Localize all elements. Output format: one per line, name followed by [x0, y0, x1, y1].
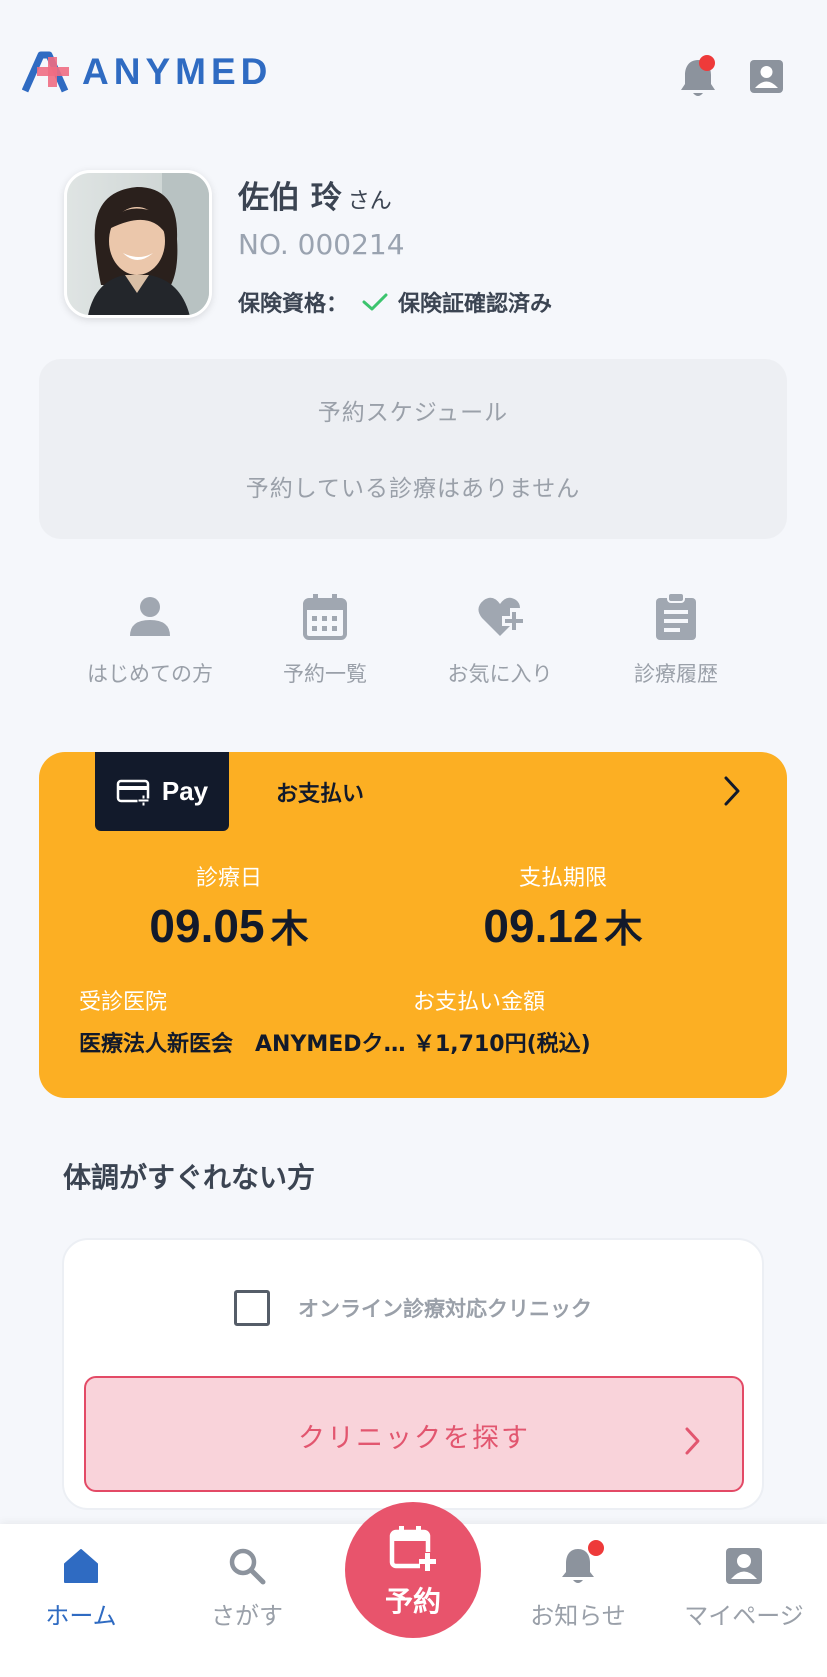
visit-date-label: 診療日: [195, 866, 262, 891]
online-clinic-filter[interactable]: オンライン診療対応クリニック: [64, 1290, 762, 1326]
due-date-label: 支払期限: [518, 866, 607, 891]
schedule-empty-message: 予約している診療はありません: [245, 476, 581, 502]
nav-notifications[interactable]: お知らせ: [503, 1540, 653, 1631]
person-icon: [130, 597, 170, 636]
quick-menu-reservations[interactable]: 予約一覧: [245, 592, 405, 688]
check-icon: [362, 293, 388, 311]
clinic-search-card: オンライン診療対応クリニック クリニックを探す: [62, 1238, 764, 1510]
schedule-title: 予約スケジュール: [317, 400, 509, 426]
nav-home-label: ホーム: [45, 1602, 117, 1630]
clinic-label: 受診医院: [79, 990, 168, 1015]
search-icon: [229, 1548, 266, 1585]
nav-notifications-label: お知らせ: [530, 1602, 626, 1630]
name-honorific: さん: [347, 189, 392, 214]
insurance-status: 保険証確認済み: [398, 292, 553, 317]
home-icon: [64, 1549, 98, 1583]
section-title-unwell: 体調がすぐれない方: [63, 1161, 316, 1194]
amount-label: お支払い金額: [413, 990, 546, 1015]
due-day-of-week: 木: [604, 907, 643, 951]
insurance-label: 保険資格：: [238, 292, 349, 317]
nav-search-label: さがす: [211, 1602, 283, 1630]
reserve-fab-label: 予約: [384, 1585, 441, 1618]
clinic-name: 医療法人新医会 ANYMEDクリニック: [79, 1032, 409, 1057]
nav-home[interactable]: ホーム: [6, 1546, 156, 1631]
payment-title: お支払い: [276, 782, 365, 807]
account-icon: [726, 1548, 762, 1584]
notification-badge: [699, 55, 715, 71]
calendar-add-icon: [389, 1526, 436, 1572]
visit-date-value: 09.05: [149, 900, 265, 952]
nav-mypage-label: マイページ: [684, 1602, 804, 1630]
online-clinic-label: オンライン診療対応クリニック: [298, 1297, 592, 1321]
find-clinic-button[interactable]: クリニックを探す: [84, 1376, 744, 1492]
card-add-icon: [116, 779, 150, 806]
logo-mark-icon: [22, 51, 69, 93]
quick-menu-label: 診療履歴: [634, 662, 718, 686]
due-date: 09.12 木: [433, 898, 693, 953]
user-name: 佐伯 玲さん: [238, 172, 392, 217]
reserve-fab-button[interactable]: 予約: [345, 1502, 481, 1638]
clipboard-icon: [656, 592, 696, 640]
heart-plus-icon: [478, 597, 523, 636]
calendar-icon: [303, 594, 347, 640]
quick-menu-history[interactable]: 診療履歴: [596, 592, 756, 688]
visit-day-of-week: 木: [270, 907, 309, 951]
chevron-right-icon[interactable]: [721, 774, 743, 808]
quick-menu-first-time[interactable]: はじめての方: [70, 592, 230, 688]
due-date-value: 09.12: [483, 900, 599, 952]
pay-tab: Pay: [95, 752, 229, 831]
avatar-photo: [67, 173, 209, 315]
payment-card[interactable]: Pay お支払い 診療日 09.05 木 支払期限 09.12 木 受診医院 医療法…: [39, 752, 787, 1098]
notification-badge: [588, 1540, 604, 1556]
quick-menu-favorites[interactable]: お気に入り: [420, 592, 580, 688]
reservation-schedule-card[interactable]: 予約スケジュール 予約している診療はありません: [39, 359, 787, 539]
visit-date: 09.05 木: [99, 898, 359, 953]
insurance-status-row: 保険資格： 保険証確認済み: [238, 286, 552, 318]
payment-amount: ￥1,710円(税込): [413, 1032, 591, 1057]
account-icon[interactable]: [749, 59, 784, 94]
nav-search[interactable]: さがす: [172, 1546, 322, 1631]
quick-menu-label: はじめての方: [87, 662, 213, 686]
pay-tab-label: Pay: [161, 776, 209, 806]
chevron-right-icon: [685, 1427, 700, 1455]
patient-number: NO. 000214: [238, 228, 405, 261]
user-avatar: [64, 170, 212, 318]
logo-text: ANYMED: [82, 51, 273, 92]
find-clinic-label: クリニックを探す: [298, 1423, 530, 1454]
anymed-logo[interactable]: ANYMED: [22, 48, 272, 96]
user-name-text: 佐伯 玲: [238, 180, 342, 216]
nav-mypage[interactable]: マイページ: [669, 1546, 819, 1631]
online-clinic-checkbox[interactable]: [234, 1290, 270, 1326]
quick-menu-label: お気に入り: [447, 662, 553, 686]
quick-menu-label: 予約一覧: [283, 662, 367, 686]
